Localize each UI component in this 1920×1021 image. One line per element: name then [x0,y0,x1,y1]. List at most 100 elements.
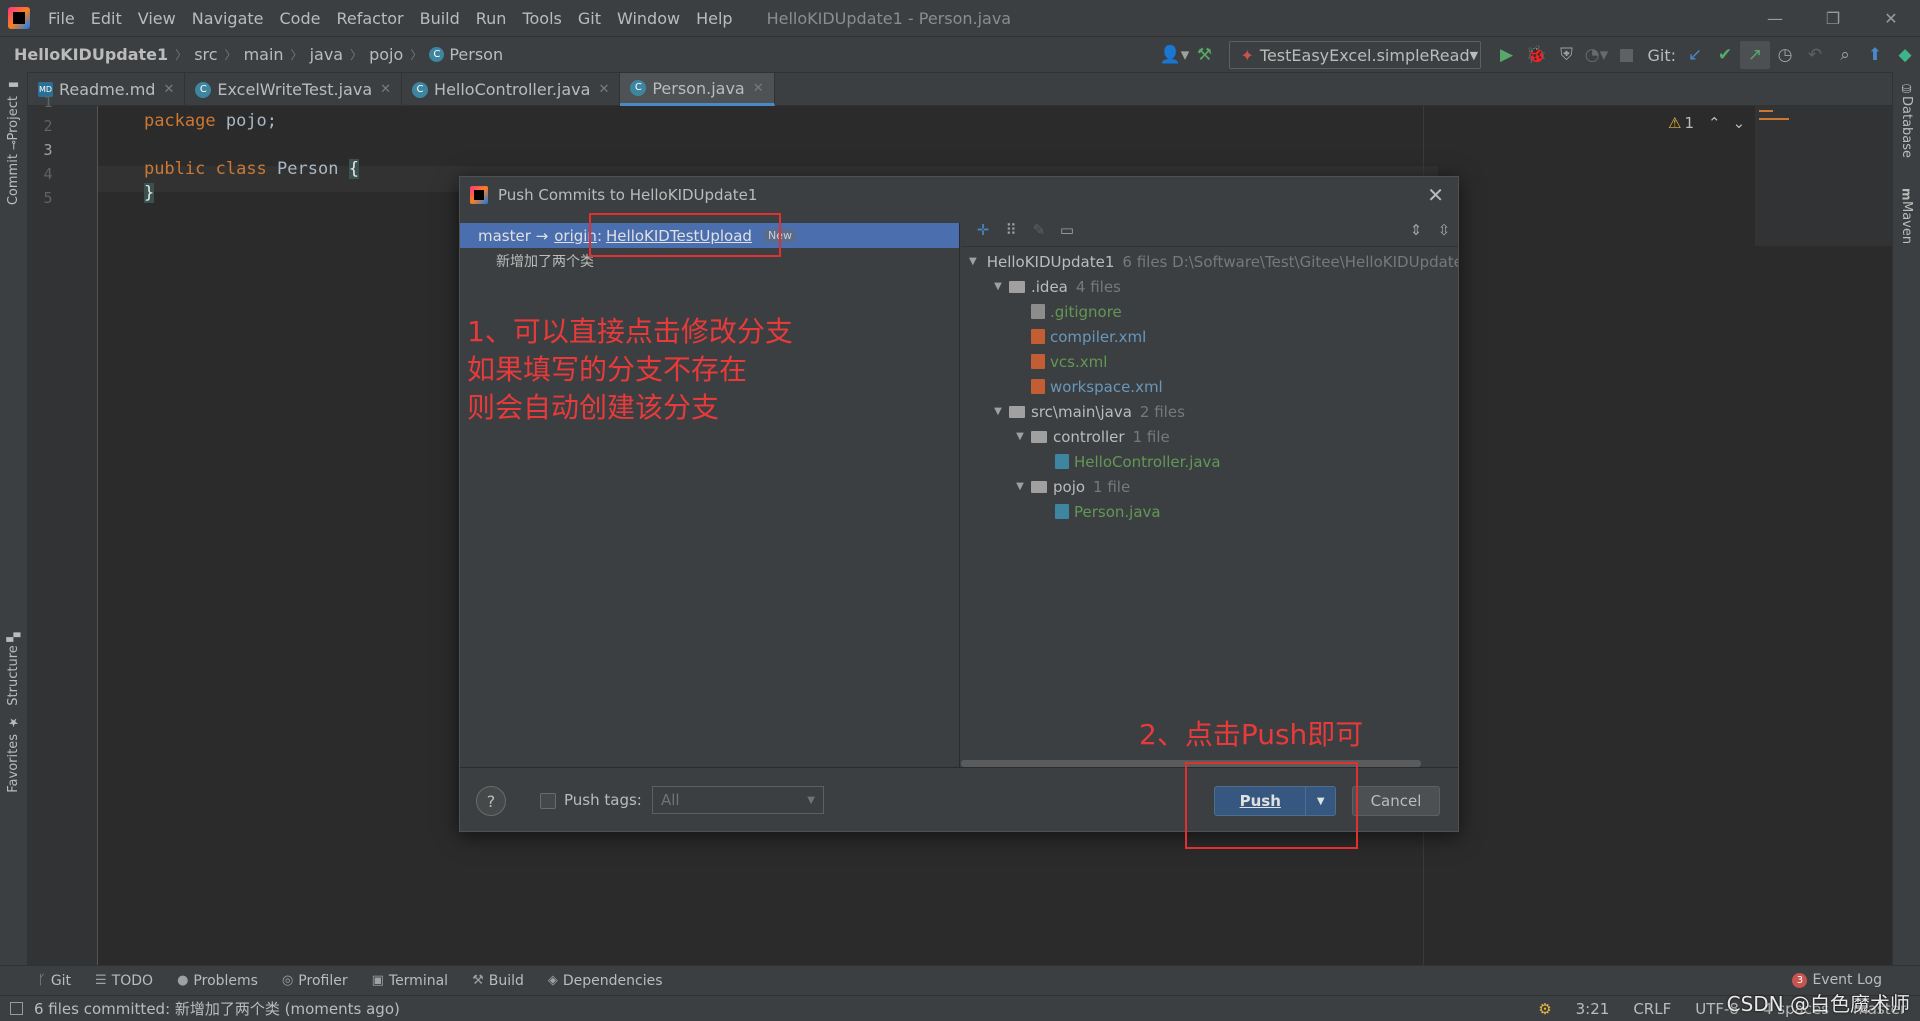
breadcrumb-person[interactable]: Person [449,45,503,64]
breadcrumb-pojo[interactable]: pojo [369,45,403,64]
breadcrumb-src[interactable]: src [194,45,217,64]
breadcrumb-java[interactable]: java [310,45,344,64]
minimize-icon[interactable]: — [1746,0,1804,36]
todo-tool-button[interactable]: ☰ TODO [95,973,153,989]
run-configuration-select[interactable]: ✦ TestEasyExcel.simpleRead ▼ [1229,41,1482,69]
tree-node-file[interactable]: Person.java [961,499,1458,524]
toolbox-icon[interactable]: ◆ [1890,41,1920,69]
tree-node-src[interactable]: ▼ src\main\java 2 files [961,399,1458,424]
tree-node-root[interactable]: ▼ HelloKIDUpdate1 6 files D:\Software\Te… [961,249,1458,274]
tree-node-idea[interactable]: ▼ .idea 4 files [961,274,1458,299]
tree-node-file[interactable]: workspace.xml [961,374,1458,399]
expand-all-icon[interactable]: ⇕ [1402,221,1430,239]
edit-source-icon[interactable]: ✎ [1025,221,1053,239]
chevron-down-icon[interactable]: ▼ [969,256,977,267]
menu-code[interactable]: Code [272,9,329,28]
problems-tool-button[interactable]: ● Problems [177,973,258,989]
menu-tools[interactable]: Tools [514,9,569,28]
rollback-icon[interactable]: ↶ [1800,41,1830,69]
dependencies-tool-button[interactable]: ◈ Dependencies [548,973,663,989]
line-separator[interactable]: CRLF [1633,1000,1671,1018]
menu-view[interactable]: View [130,9,184,28]
chevron-down-icon[interactable]: ⌄ [1733,114,1746,132]
chevron-down-icon[interactable]: ▼ [1013,431,1027,442]
coverage-icon[interactable]: ⛨ [1551,41,1581,69]
debug-icon[interactable]: 🐞 [1521,41,1551,69]
menu-navigate[interactable]: Navigate [184,9,272,28]
menu-run[interactable]: Run [468,9,515,28]
menu-refactor[interactable]: Refactor [328,9,411,28]
tree-node-controller[interactable]: ▼ controller 1 file [961,424,1458,449]
chevron-right-icon: 〉 [410,48,423,62]
update-ide-icon[interactable]: ⬆ [1860,41,1890,69]
inspections-widget[interactable]: ⚠ 1 ⌃ ⌄ [1668,114,1745,132]
commit-tool-tab[interactable]: Commit ⊸ [6,140,21,205]
run-icon[interactable]: ▶ [1491,41,1521,69]
push-tags-checkbox[interactable] [540,793,556,809]
git-commit-icon[interactable]: ✔ [1710,41,1740,69]
git-push-icon[interactable]: ↗ [1740,41,1770,69]
tool-windows-toggle-icon[interactable] [10,1002,23,1015]
java-class-icon: C [630,80,647,96]
help-button[interactable]: ? [476,786,506,816]
status-message[interactable]: 6 files committed: 新增加了两个类 (moments ago) [34,998,400,1019]
menu-file[interactable]: File [40,9,83,28]
close-icon[interactable]: ✕ [1427,183,1444,207]
structure-tool-tab[interactable]: Structure ▚ [6,632,21,706]
chevron-down-icon[interactable]: ▼ [991,281,1005,292]
annotation-line: 如果填写的分支不存在 [467,353,748,386]
git-tool-button[interactable]: ᚴ Git [38,973,71,989]
profile-icon[interactable]: ◔▾ [1581,41,1611,69]
breadcrumb-main[interactable]: main [244,45,284,64]
show-diff-icon[interactable]: ✛ [969,221,997,239]
menu-git[interactable]: Git [570,9,609,28]
build-tool-button[interactable]: ⚒ Build [472,973,524,989]
terminal-tool-button[interactable]: ▣ Terminal [372,973,448,989]
push-tags-select[interactable]: All ▼ [652,786,824,814]
xml-file-icon [1031,329,1045,344]
breadcrumb-project[interactable]: HelloKIDUpdate1 [14,45,168,64]
user-icon[interactable]: 👤▾ [1159,41,1190,69]
close-tab-icon[interactable]: ✕ [380,82,391,97]
cancel-button[interactable]: Cancel [1352,786,1440,816]
source-branch: master → [478,226,549,245]
update-warning-icon[interactable]: ⚙ [1538,1000,1551,1018]
tab-hellocontroller[interactable]: C HelloController.java ✕ [402,73,621,106]
menu-edit[interactable]: Edit [83,9,130,28]
layout-icon[interactable]: ▭ [1053,221,1081,239]
close-window-icon[interactable]: ✕ [1862,0,1920,36]
tree-node-file[interactable]: HelloController.java [961,449,1458,474]
chevron-down-icon[interactable]: ▼ [991,406,1005,417]
line-number: 4 [43,165,53,183]
tree-node-file[interactable]: .gitignore [961,299,1458,324]
project-tool-tab[interactable]: Project ▬ [6,78,21,140]
restore-icon[interactable]: ❐ [1804,0,1862,36]
menu-window[interactable]: Window [609,9,688,28]
event-log-button[interactable]: 3 Event Log [1792,972,1882,988]
tree-meta: 1 file [1093,477,1131,496]
collapse-all-icon[interactable]: ⇳ [1430,221,1458,239]
git-update-icon[interactable]: ↙ [1680,41,1710,69]
group-by-icon[interactable]: ⠿ [997,221,1025,239]
tree-node-pojo[interactable]: ▼ pojo 1 file [961,474,1458,499]
search-icon[interactable]: ⌕ [1830,41,1860,69]
build-hammer-icon[interactable]: ⚒ [1189,41,1219,69]
menu-help[interactable]: Help [688,9,740,28]
stop-icon[interactable]: ■ [1611,41,1641,69]
profiler-tool-button[interactable]: ◎ Profiler [282,973,348,989]
close-tab-icon[interactable]: ✕ [598,82,609,97]
code-minimap[interactable] [1755,106,1892,246]
favorites-tool-tab[interactable]: Favorites ★ [6,716,21,793]
tree-node-file[interactable]: compiler.xml [961,324,1458,349]
database-tool-tab[interactable]: ⛁ Database [1899,78,1914,158]
caret-position[interactable]: 3:21 [1576,1000,1610,1018]
close-tab-icon[interactable]: ✕ [753,81,764,96]
maven-tool-tab[interactable]: m Maven [1899,184,1914,244]
menu-build[interactable]: Build [412,9,468,28]
chevron-down-icon[interactable]: ▼ [1013,481,1027,492]
tab-person[interactable]: C Person.java ✕ [620,73,775,106]
tree-node-file[interactable]: vcs.xml [961,349,1458,374]
history-icon[interactable]: ◷ [1770,41,1800,69]
chevron-up-icon[interactable]: ⌃ [1708,114,1721,132]
commits-pane: master → origin : HelloKIDTestUpload New… [460,223,960,767]
